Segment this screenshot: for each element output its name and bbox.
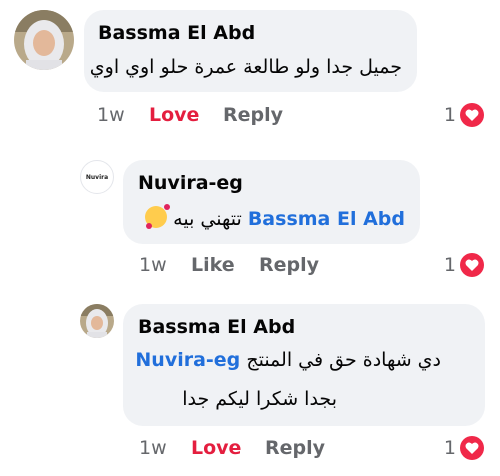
comment-text: Bassma El Abd تتهني بيه	[139, 204, 405, 230]
reaction-summary[interactable]: 1	[430, 436, 484, 461]
mention-link[interactable]: Bassma El Abd	[248, 208, 405, 230]
comment-author[interactable]: Bassma El Abd	[138, 316, 295, 338]
heart-icon	[460, 253, 484, 277]
mention-link[interactable]: Nuvira-eg	[135, 349, 240, 371]
comment-text: دي شهادة حق في المنتج Nuvira-eg	[135, 349, 441, 371]
reaction-summary[interactable]: 1	[430, 253, 484, 278]
smiling-face-with-hearts-icon	[145, 204, 171, 229]
comment-text-line: بجدا شكرا ليكم جدا	[182, 388, 337, 410]
avatar[interactable]	[14, 10, 74, 70]
reply-button[interactable]: Reply	[259, 254, 319, 276]
comment-text: جميل جدا ولو طالعة عمرة حلو اوي اوي	[89, 56, 402, 78]
avatar[interactable]	[80, 304, 114, 338]
nuvira-logo: Nuvira	[85, 173, 109, 181]
love-button[interactable]: Love	[191, 437, 241, 459]
reaction-summary[interactable]: 1	[430, 103, 484, 128]
avatar[interactable]: Nuvira	[80, 160, 114, 194]
comment-time[interactable]: 1w	[139, 437, 167, 459]
comment-actions: 1w Love Reply	[139, 437, 419, 461]
like-button[interactable]: Like	[191, 254, 235, 276]
comment-actions: 1w Love Reply	[97, 104, 417, 128]
comment-text-body: تتهني بيه	[173, 208, 242, 230]
comment-text-body: دي شهادة حق في المنتج	[246, 349, 441, 371]
reaction-count: 1	[443, 104, 456, 126]
comment-actions: 1w Like Reply	[139, 254, 419, 278]
heart-icon	[460, 103, 484, 127]
heart-icon	[460, 436, 484, 460]
reply-button[interactable]: Reply	[265, 437, 325, 459]
comment-author[interactable]: Bassma El Abd	[98, 22, 255, 44]
comment-author[interactable]: Nuvira-eg	[138, 172, 243, 194]
comment-time[interactable]: 1w	[139, 254, 167, 276]
reaction-count: 1	[443, 254, 456, 276]
comment-time[interactable]: 1w	[97, 104, 125, 126]
love-button[interactable]: Love	[149, 104, 199, 126]
reaction-count: 1	[443, 437, 456, 459]
reply-button[interactable]: Reply	[223, 104, 283, 126]
